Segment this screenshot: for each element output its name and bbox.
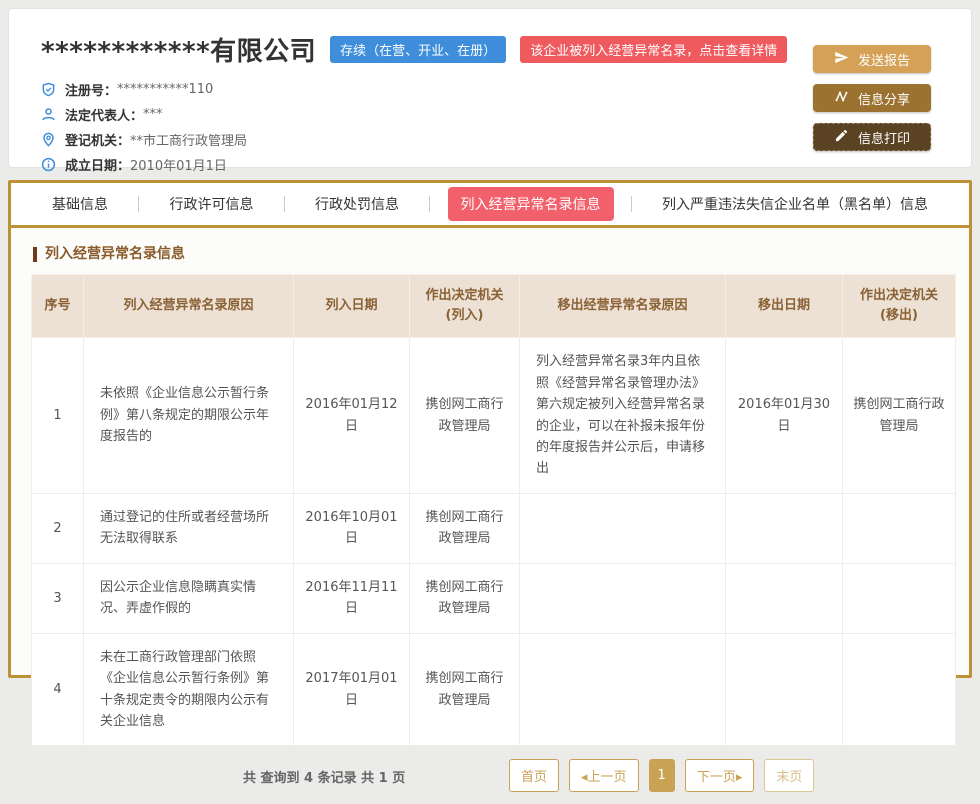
cell-list-authority: 携创网工商行政管理局: [410, 338, 520, 494]
col-header-list-authority: 作出决定机关(列入): [410, 275, 520, 338]
table-row: 4 未在工商行政管理部门依照《企业信息公示暂行条例》第十条规定责令的期限内公示有…: [32, 633, 956, 746]
pencil-icon: [834, 128, 849, 147]
cell-list-date: 2017年01月01日: [294, 633, 410, 746]
cell-index: 3: [32, 563, 84, 633]
tab-divider: [429, 196, 430, 212]
tab-admin-license[interactable]: 行政许可信息: [157, 187, 267, 221]
cell-remove-date: [726, 493, 843, 563]
person-icon: [41, 107, 56, 122]
col-header-remove-reason: 移出经营异常名录原因: [520, 275, 726, 338]
info-value: **市工商行政管理局: [130, 130, 247, 149]
cell-list-date: 2016年10月01日: [294, 493, 410, 563]
cell-remove-reason: [520, 563, 726, 633]
page-number-button[interactable]: 1: [649, 759, 675, 792]
tab-admin-penalty[interactable]: 行政处罚信息: [302, 187, 412, 221]
info-circle-icon: [41, 157, 56, 172]
cell-list-date: 2016年01月12日: [294, 338, 410, 494]
cell-remove-authority: [843, 493, 956, 563]
certificate-icon: [41, 82, 56, 97]
record-count-summary: 共 查询到 4 条记录 共 1 页: [243, 767, 405, 786]
share-nodes-icon: [834, 89, 849, 108]
cell-list-authority: 携创网工商行政管理局: [410, 633, 520, 746]
cell-index: 4: [32, 633, 84, 746]
location-pin-icon: [41, 132, 56, 147]
col-header-list-date: 列入日期: [294, 275, 410, 338]
tab-divider: [138, 196, 139, 212]
send-report-button[interactable]: 发送报告: [813, 45, 931, 73]
col-header-index: 序号: [32, 275, 84, 338]
info-share-label: 信息分享: [858, 89, 910, 108]
cell-remove-date: 2016年01月30日: [726, 338, 843, 494]
cell-remove-authority: [843, 563, 956, 633]
next-page-button[interactable]: 下一页▸: [685, 759, 755, 792]
action-buttons: 发送报告 信息分享 信息打印: [813, 45, 931, 151]
info-row-establish-date: 成立日期： 2010年01月1日: [41, 152, 971, 177]
abnormal-warning-badge[interactable]: 该企业被列入经营异常名录，点击查看详情: [520, 36, 787, 63]
company-card: ************有限公司 存续（在营、开业、在册） 该企业被列入经营异常…: [8, 8, 972, 168]
tab-basic-info[interactable]: 基础信息: [39, 187, 121, 221]
cell-index: 1: [32, 338, 84, 494]
col-header-remove-date: 移出日期: [726, 275, 843, 338]
prev-page-button[interactable]: ◂上一页: [569, 759, 639, 792]
cell-list-reason: 未依照《企业信息公示暂行条例》第八条规定的期限公示年度报告的: [84, 338, 294, 494]
table-row: 3 因公示企业信息隐瞒真实情况、弄虚作假的 2016年11月11日 携创网工商行…: [32, 563, 956, 633]
paper-plane-icon: [834, 50, 849, 69]
info-label: 注册号：: [65, 80, 117, 99]
tab-divider: [631, 196, 632, 212]
tab-bar: 基础信息 行政许可信息 行政处罚信息 列入经营异常名录信息 列入严重违法失信企业…: [11, 183, 969, 228]
info-print-button[interactable]: 信息打印: [813, 123, 931, 151]
cell-remove-authority: 携创网工商行政管理局: [843, 338, 956, 494]
tab-abnormal-list[interactable]: 列入经营异常名录信息: [448, 187, 614, 221]
tab-content: 列入经营异常名录信息 序号 列入经营异常名录原因 列入日期 作出决定机关(列入)…: [11, 228, 969, 804]
send-report-label: 发送报告: [858, 50, 910, 69]
table-row: 1 未依照《企业信息公示暂行条例》第八条规定的期限公示年度报告的 2016年01…: [32, 338, 956, 494]
tab-divider: [284, 196, 285, 212]
info-share-button[interactable]: 信息分享: [813, 84, 931, 112]
info-value: ***: [143, 107, 163, 122]
cell-remove-authority: [843, 633, 956, 746]
section-title: 列入经营异常名录信息: [33, 247, 949, 262]
cell-remove-reason: 列入经营异常名录3年内且依照《经营异常名录管理办法》第六规定被列入经营异常名录的…: [520, 338, 726, 494]
col-header-list-reason: 列入经营异常名录原因: [84, 275, 294, 338]
cell-list-reason: 因公示企业信息隐瞒真实情况、弄虚作假的: [84, 563, 294, 633]
cell-index: 2: [32, 493, 84, 563]
tab-blacklist[interactable]: 列入严重违法失信企业名单（黑名单）信息: [649, 187, 941, 221]
cell-remove-date: [726, 563, 843, 633]
company-name: ************有限公司: [41, 31, 316, 68]
abnormal-records-table: 序号 列入经营异常名录原因 列入日期 作出决定机关(列入) 移出经营异常名录原因…: [31, 274, 956, 746]
info-label: 成立日期：: [65, 155, 130, 174]
info-value: 2010年01月1日: [130, 155, 227, 174]
pagination-buttons: 首页 ◂上一页 1 下一页▸ 末页: [509, 759, 814, 792]
table-row: 2 通过登记的住所或者经营场所无法取得联系 2016年10月01日 携创网工商行…: [32, 493, 956, 563]
info-print-label: 信息打印: [858, 128, 910, 147]
status-badge: 存续（在营、开业、在册）: [330, 36, 506, 63]
last-page-button[interactable]: 末页: [764, 759, 814, 792]
pagination: 共 查询到 4 条记录 共 1 页 首页 ◂上一页 1 下一页▸ 末页: [31, 746, 949, 804]
info-label: 登记机关：: [65, 130, 130, 149]
info-label: 法定代表人：: [65, 105, 143, 124]
cell-remove-reason: [520, 493, 726, 563]
cell-list-authority: 携创网工商行政管理局: [410, 493, 520, 563]
table-header-row: 序号 列入经营异常名录原因 列入日期 作出决定机关(列入) 移出经营异常名录原因…: [32, 275, 956, 338]
cell-remove-date: [726, 633, 843, 746]
info-value: ***********110: [117, 82, 213, 97]
cell-list-authority: 携创网工商行政管理局: [410, 563, 520, 633]
cell-list-date: 2016年11月11日: [294, 563, 410, 633]
first-page-button[interactable]: 首页: [509, 759, 559, 792]
col-header-remove-authority: 作出决定机关(移出): [843, 275, 956, 338]
cell-list-reason: 未在工商行政管理部门依照《企业信息公示暂行条例》第十条规定责令的期限内公示有关企…: [84, 633, 294, 746]
main-panel: 基础信息 行政许可信息 行政处罚信息 列入经营异常名录信息 列入严重违法失信企业…: [8, 180, 972, 678]
cell-remove-reason: [520, 633, 726, 746]
cell-list-reason: 通过登记的住所或者经营场所无法取得联系: [84, 493, 294, 563]
